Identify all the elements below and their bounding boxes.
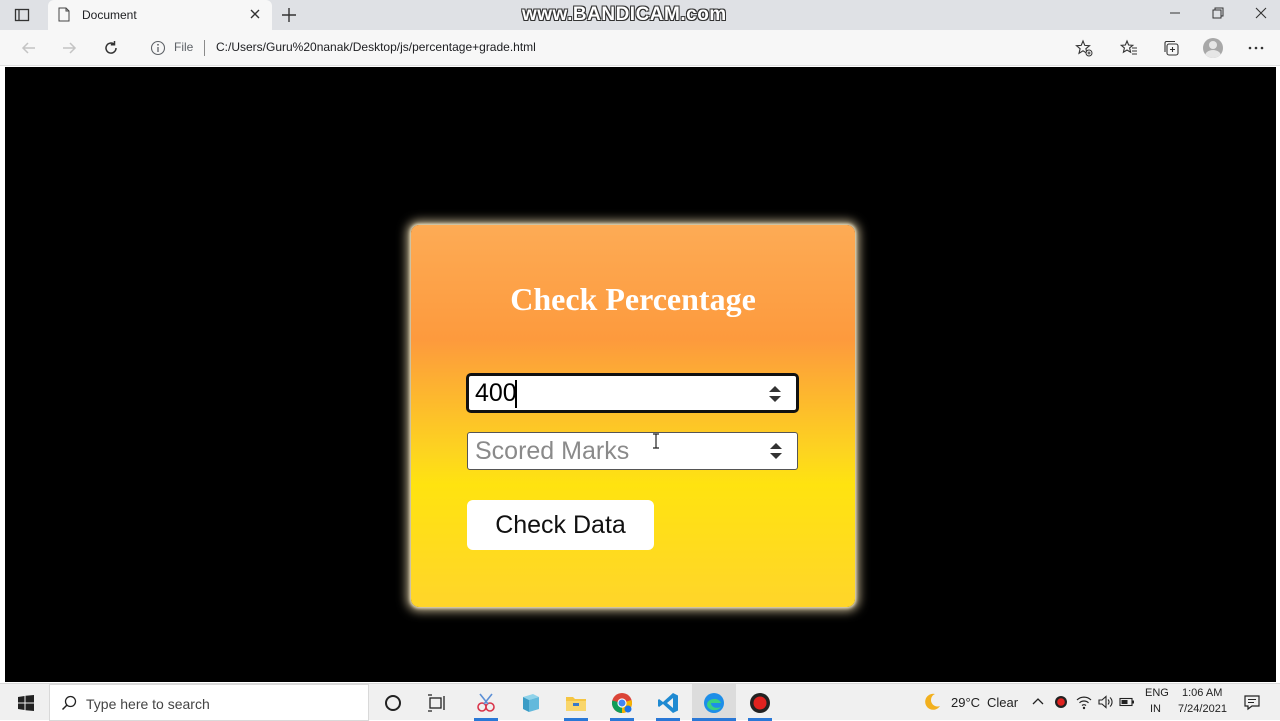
favorites-icon[interactable] xyxy=(1120,39,1138,57)
scored-marks-placeholder: Scored Marks xyxy=(475,437,630,465)
avatar-body xyxy=(1205,50,1221,58)
taskbar-search-box[interactable]: Type here to search xyxy=(49,684,369,721)
total-marks-input[interactable]: 400 xyxy=(466,373,799,413)
page-viewport: Check Percentage 400 Scored Marks Check … xyxy=(5,67,1276,682)
percentage-card: Check Percentage 400 Scored Marks Check … xyxy=(411,225,855,607)
new-tab-icon[interactable] xyxy=(280,6,298,24)
browser-tab-strip: Document www.BANDICAM.com xyxy=(0,0,1280,30)
close-tab-icon[interactable] xyxy=(248,7,262,21)
document-icon xyxy=(58,7,70,22)
weather-temperature[interactable]: 29°C xyxy=(951,695,980,710)
minimize-icon[interactable] xyxy=(1168,6,1182,20)
chrome-icon[interactable] xyxy=(610,691,634,715)
recording-indicator-icon[interactable] xyxy=(1053,694,1069,710)
restore-icon[interactable] xyxy=(1211,6,1225,20)
language-code[interactable]: ENG xyxy=(1145,687,1169,699)
snipping-tool-icon[interactable] xyxy=(474,691,498,715)
tab-actions-icon[interactable] xyxy=(14,7,30,23)
chevron-up-icon[interactable] xyxy=(1030,694,1046,710)
page-title: Check Percentage xyxy=(510,281,756,317)
check-data-button[interactable]: Check Data xyxy=(467,500,654,550)
more-menu-icon[interactable] xyxy=(1247,39,1265,57)
avatar-head xyxy=(1209,41,1217,49)
windows-start-icon[interactable] xyxy=(18,695,34,711)
volume-icon[interactable] xyxy=(1097,694,1113,710)
back-icon[interactable] xyxy=(20,39,38,57)
weather-description[interactable]: Clear xyxy=(987,695,1018,710)
battery-icon[interactable] xyxy=(1119,694,1135,710)
clock-time[interactable]: 1:06 AM xyxy=(1182,687,1222,699)
info-icon[interactable] xyxy=(150,40,166,56)
taskbar-search-placeholder: Type here to search xyxy=(86,696,210,712)
bandicam-icon[interactable] xyxy=(748,691,772,715)
edge-icon[interactable] xyxy=(702,691,726,715)
task-view-icon[interactable] xyxy=(425,691,449,715)
text-caret xyxy=(515,380,517,408)
address-bar: File C:/Users/Guru%20nanak/Desktop/js/pe… xyxy=(0,30,1280,66)
forward-icon[interactable] xyxy=(60,39,78,57)
scored-marks-input[interactable]: Scored Marks xyxy=(467,432,798,470)
tab-title: Document xyxy=(82,8,137,22)
clock-date[interactable]: 7/24/2021 xyxy=(1178,703,1227,715)
url-text[interactable]: C:/Users/Guru%20nanak/Desktop/js/percent… xyxy=(216,40,536,54)
collections-icon[interactable] xyxy=(1162,39,1180,57)
moon-weather-icon[interactable] xyxy=(922,692,942,712)
number-spinner-icon[interactable] xyxy=(769,441,783,461)
file-explorer-icon[interactable] xyxy=(564,691,588,715)
total-marks-value: 400 xyxy=(475,379,517,407)
add-favorite-icon[interactable] xyxy=(1075,39,1093,57)
text-cursor-icon xyxy=(653,433,659,449)
browser-tab[interactable]: Document xyxy=(48,0,272,30)
taskbar: Type here to search 29°C Clear ENG IN 1:… xyxy=(0,683,1280,721)
profile-avatar[interactable] xyxy=(1203,38,1223,58)
notebook-app-icon[interactable] xyxy=(519,691,543,715)
number-spinner-icon[interactable] xyxy=(768,384,782,404)
notification-icon[interactable] xyxy=(1243,693,1261,711)
wifi-icon[interactable] xyxy=(1076,694,1092,710)
vscode-icon[interactable] xyxy=(656,691,680,715)
search-icon xyxy=(61,695,77,711)
address-separator xyxy=(204,40,205,56)
close-window-icon[interactable] xyxy=(1254,6,1268,20)
cortana-icon[interactable] xyxy=(381,691,405,715)
file-scheme-label: File xyxy=(174,40,194,54)
refresh-icon[interactable] xyxy=(102,39,120,57)
language-region[interactable]: IN xyxy=(1150,703,1161,715)
recording-watermark: www.BANDICAM.com xyxy=(522,4,727,25)
